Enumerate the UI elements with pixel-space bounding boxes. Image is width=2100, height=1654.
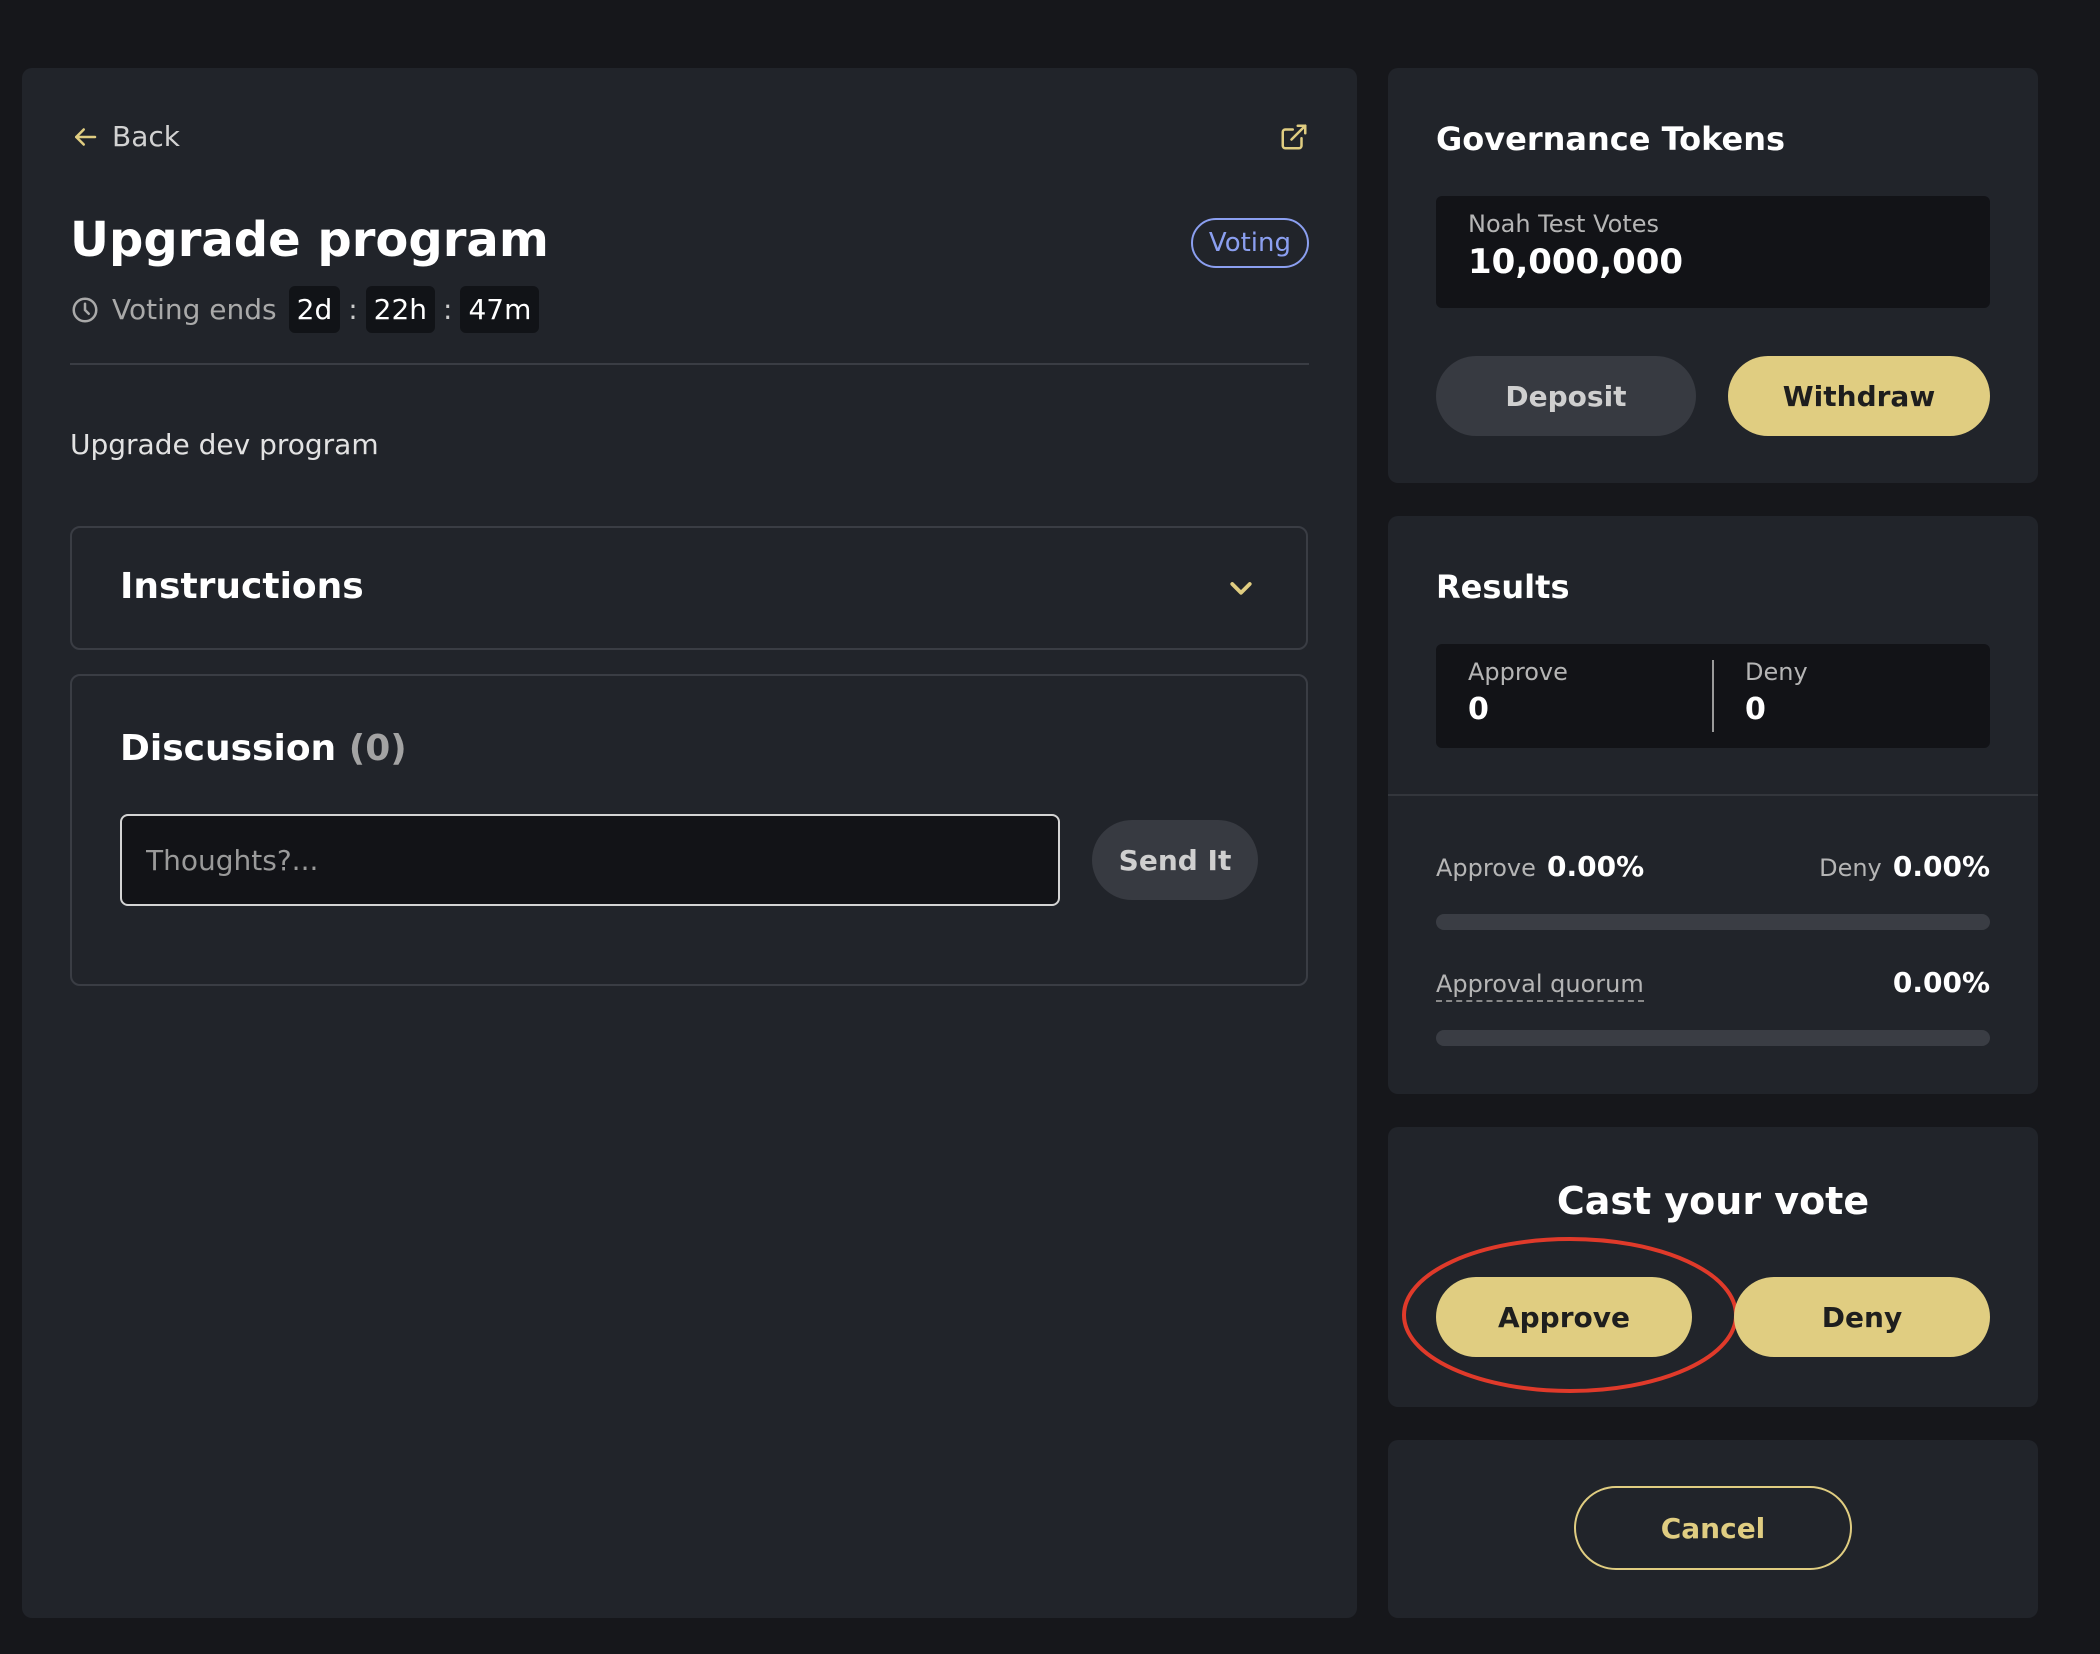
send-button[interactable]: Send It: [1092, 820, 1258, 900]
approve-pct-label: Approve: [1436, 854, 1536, 882]
page-title: Upgrade program: [70, 212, 549, 268]
divider: [1388, 794, 2038, 796]
comment-input[interactable]: [120, 814, 1060, 906]
discussion-title-text: Discussion: [120, 728, 337, 769]
approve-count-col: Approve 0: [1468, 658, 1568, 727]
deny-vote-button[interactable]: Deny: [1734, 1277, 1990, 1357]
countdown-days: 2d: [288, 286, 341, 333]
quorum-value: 0.00%: [1892, 966, 1990, 999]
results-title: Results: [1436, 568, 1570, 606]
chevron-down-icon[interactable]: [1226, 574, 1256, 604]
results-separator: [1712, 660, 1714, 732]
quorum-label[interactable]: Approval quorum: [1436, 970, 1644, 1002]
approve-count-label: Approve: [1468, 658, 1568, 686]
discussion-title: Discussion (0): [120, 728, 407, 769]
voting-ends-label: Voting ends: [112, 293, 277, 326]
results-panel: Results Approve 0 Deny 0 Approve 0.00% D…: [1388, 516, 2038, 1094]
instructions-accordion[interactable]: Instructions: [70, 526, 1308, 650]
cancel-panel: Cancel: [1388, 1440, 2038, 1618]
proposal-panel: Back Upgrade program Voting Voting ends …: [22, 68, 1357, 1618]
deny-pct-value: 0.00%: [1892, 850, 1990, 883]
approve-pct-value: 0.00%: [1546, 850, 1645, 883]
withdraw-button[interactable]: Withdraw: [1728, 356, 1990, 436]
external-link-icon[interactable]: [1279, 122, 1309, 152]
cast-vote-panel: Cast your vote Approve Deny: [1388, 1127, 2038, 1407]
quorum-row: Approval quorum 0.00%: [1436, 966, 1990, 1002]
voting-countdown: Voting ends 2d : 22h : 47m: [70, 286, 540, 333]
deny-count-label: Deny: [1745, 658, 1808, 686]
countdown-separator: :: [443, 293, 453, 326]
approve-vote-button[interactable]: Approve: [1436, 1277, 1692, 1357]
deny-pct-label: Deny: [1819, 854, 1882, 882]
approve-count-value: 0: [1468, 692, 1489, 727]
discussion-count: (0): [348, 728, 407, 769]
results-counts: Approve 0 Deny 0: [1436, 644, 1990, 748]
cast-vote-title: Cast your vote: [1556, 1179, 1870, 1223]
votes-label: Noah Test Votes: [1468, 210, 1659, 238]
arrow-left-icon: [75, 127, 97, 146]
vote-progress-bar: [1436, 914, 1990, 930]
cancel-button[interactable]: Cancel: [1574, 1486, 1852, 1570]
countdown-hours: 22h: [365, 286, 436, 333]
back-link[interactable]: Back: [70, 120, 180, 153]
countdown-minutes: 47m: [460, 286, 540, 333]
votes-balance: Noah Test Votes 10,000,000: [1436, 196, 1990, 308]
countdown-separator: :: [348, 293, 358, 326]
deposit-button[interactable]: Deposit: [1436, 356, 1696, 436]
proposal-description: Upgrade dev program: [70, 428, 379, 461]
status-badge: Voting: [1190, 218, 1309, 268]
votes-value: 10,000,000: [1468, 242, 1684, 282]
vote-percentages: Approve 0.00% Deny 0.00%: [1436, 850, 1990, 883]
deny-count-value: 0: [1745, 692, 1766, 727]
governance-title: Governance Tokens: [1436, 120, 1786, 158]
quorum-progress-bar: [1436, 1030, 1990, 1046]
clock-icon: [72, 297, 98, 322]
governance-tokens-panel: Governance Tokens Noah Test Votes 10,000…: [1388, 68, 2038, 483]
discussion-section: Discussion (0) Send It: [70, 674, 1308, 986]
back-label: Back: [112, 120, 180, 153]
instructions-title: Instructions: [120, 566, 364, 607]
deny-count-col: Deny 0: [1745, 658, 1808, 727]
divider: [70, 363, 1309, 365]
